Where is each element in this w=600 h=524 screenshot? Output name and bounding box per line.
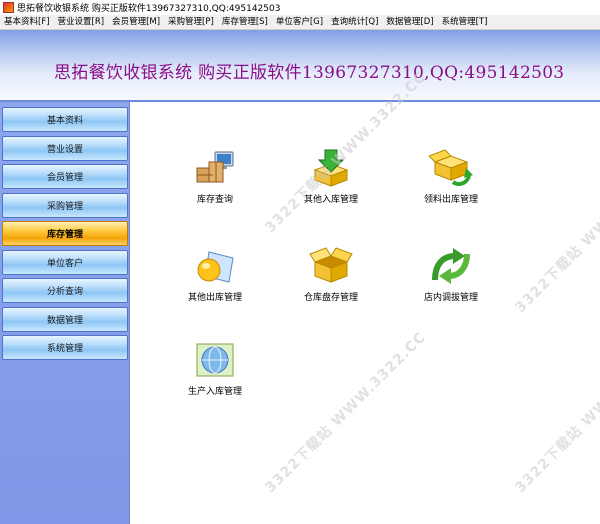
banner-title: 思拓餐饮收银系统 购买正版软件13967327310,QQ:495142503 — [54, 63, 565, 83]
tile-production-inbound[interactable]: 生产入库管理 — [170, 340, 260, 410]
menu-item-data-management[interactable]: 数据管理[D] — [382, 15, 437, 29]
sidebar: 基本资料 营业设置 会员管理 采购管理 库存管理 单位客户 分析查询 数据管理 … — [0, 102, 130, 524]
sidebar-item-business-settings[interactable]: 营业设置 — [2, 136, 128, 161]
menu-item-member-management[interactable]: 会员管理[M] — [108, 15, 164, 29]
computer-boxes-icon — [196, 151, 234, 183]
box-down-arrow-icon — [313, 149, 349, 187]
watermark: 3322下载站 WWW.3322.CC — [512, 329, 600, 497]
tile-label: 仓库盘存管理 — [303, 293, 358, 303]
sidebar-item-basic-info[interactable]: 基本资料 — [2, 107, 128, 132]
tile-other-outbound[interactable]: 其他出库管理 — [170, 246, 260, 316]
sphere-folder-icon — [197, 251, 234, 283]
tile-other-inbound[interactable]: 其他入库管理 — [286, 148, 376, 218]
watermark: 3322下载站 WWW.3322.CC — [262, 329, 430, 497]
menu-item-business-settings[interactable]: 营业设置[R] — [54, 15, 109, 29]
tile-label: 库存查询 — [196, 195, 233, 205]
menu-item-unit-customers[interactable]: 单位客户[G] — [272, 15, 327, 29]
tile-inventory-query[interactable]: 库存查询 — [170, 148, 260, 218]
tile-in-store-transfer[interactable]: 店内调拔管理 — [406, 246, 496, 316]
window-titlebar: 思拓餐饮收银系统 购买正版软件13967327310,QQ:495142503 — [0, 0, 600, 15]
tile-material-outbound[interactable]: 领料出库管理 — [406, 148, 496, 218]
sidebar-item-unit-customers[interactable]: 单位客户 — [2, 250, 128, 275]
sidebar-item-analysis-query[interactable]: 分析查询 — [2, 278, 128, 303]
tile-label: 其他入库管理 — [303, 195, 358, 205]
menu-bar: 基本资料[F] 营业设置[R] 会员管理[M] 采购管理[P] 库存管理[S] … — [0, 15, 600, 30]
menu-item-system-management[interactable]: 系统管理[T] — [438, 15, 492, 29]
app-icon — [3, 2, 14, 13]
sidebar-item-purchase-management[interactable]: 采购管理 — [2, 193, 128, 218]
sidebar-item-inventory-management[interactable]: 库存管理 — [2, 221, 128, 246]
window-title: 思拓餐饮收银系统 购买正版软件13967327310,QQ:495142503 — [17, 4, 281, 14]
tile-label: 其他出库管理 — [187, 293, 242, 303]
tile-label: 领料出库管理 — [423, 195, 478, 205]
menu-item-inventory-management[interactable]: 库存管理[S] — [218, 15, 272, 29]
sidebar-item-data-management[interactable]: 数据管理 — [2, 307, 128, 332]
menu-item-basic-info[interactable]: 基本资料[F] — [0, 15, 54, 29]
box-refresh-arrow-icon — [429, 149, 473, 186]
green-arrows-icon — [432, 248, 470, 284]
sidebar-item-member-management[interactable]: 会员管理 — [2, 164, 128, 189]
open-box-icon — [309, 247, 353, 283]
globe-icon — [196, 343, 234, 377]
menu-item-purchase-management[interactable]: 采购管理[P] — [164, 15, 218, 29]
header-banner: 思拓餐饮收银系统 购买正版软件13967327310,QQ:495142503 — [0, 30, 600, 102]
main-content: 库存查询 其他入库管理 领料出库管理 其他出库管理 仓库盘存管理 店内调拔管理 … — [130, 69, 600, 524]
tile-label: 生产入库管理 — [187, 387, 242, 397]
tile-label: 店内调拔管理 — [423, 293, 478, 303]
tile-warehouse-stocktake[interactable]: 仓库盘存管理 — [286, 246, 376, 316]
sidebar-item-system-management[interactable]: 系统管理 — [2, 335, 128, 360]
watermark: 3322下载站 WWW.3322.CC — [512, 149, 600, 317]
menu-item-query-stats[interactable]: 查询统计[Q] — [327, 15, 382, 29]
